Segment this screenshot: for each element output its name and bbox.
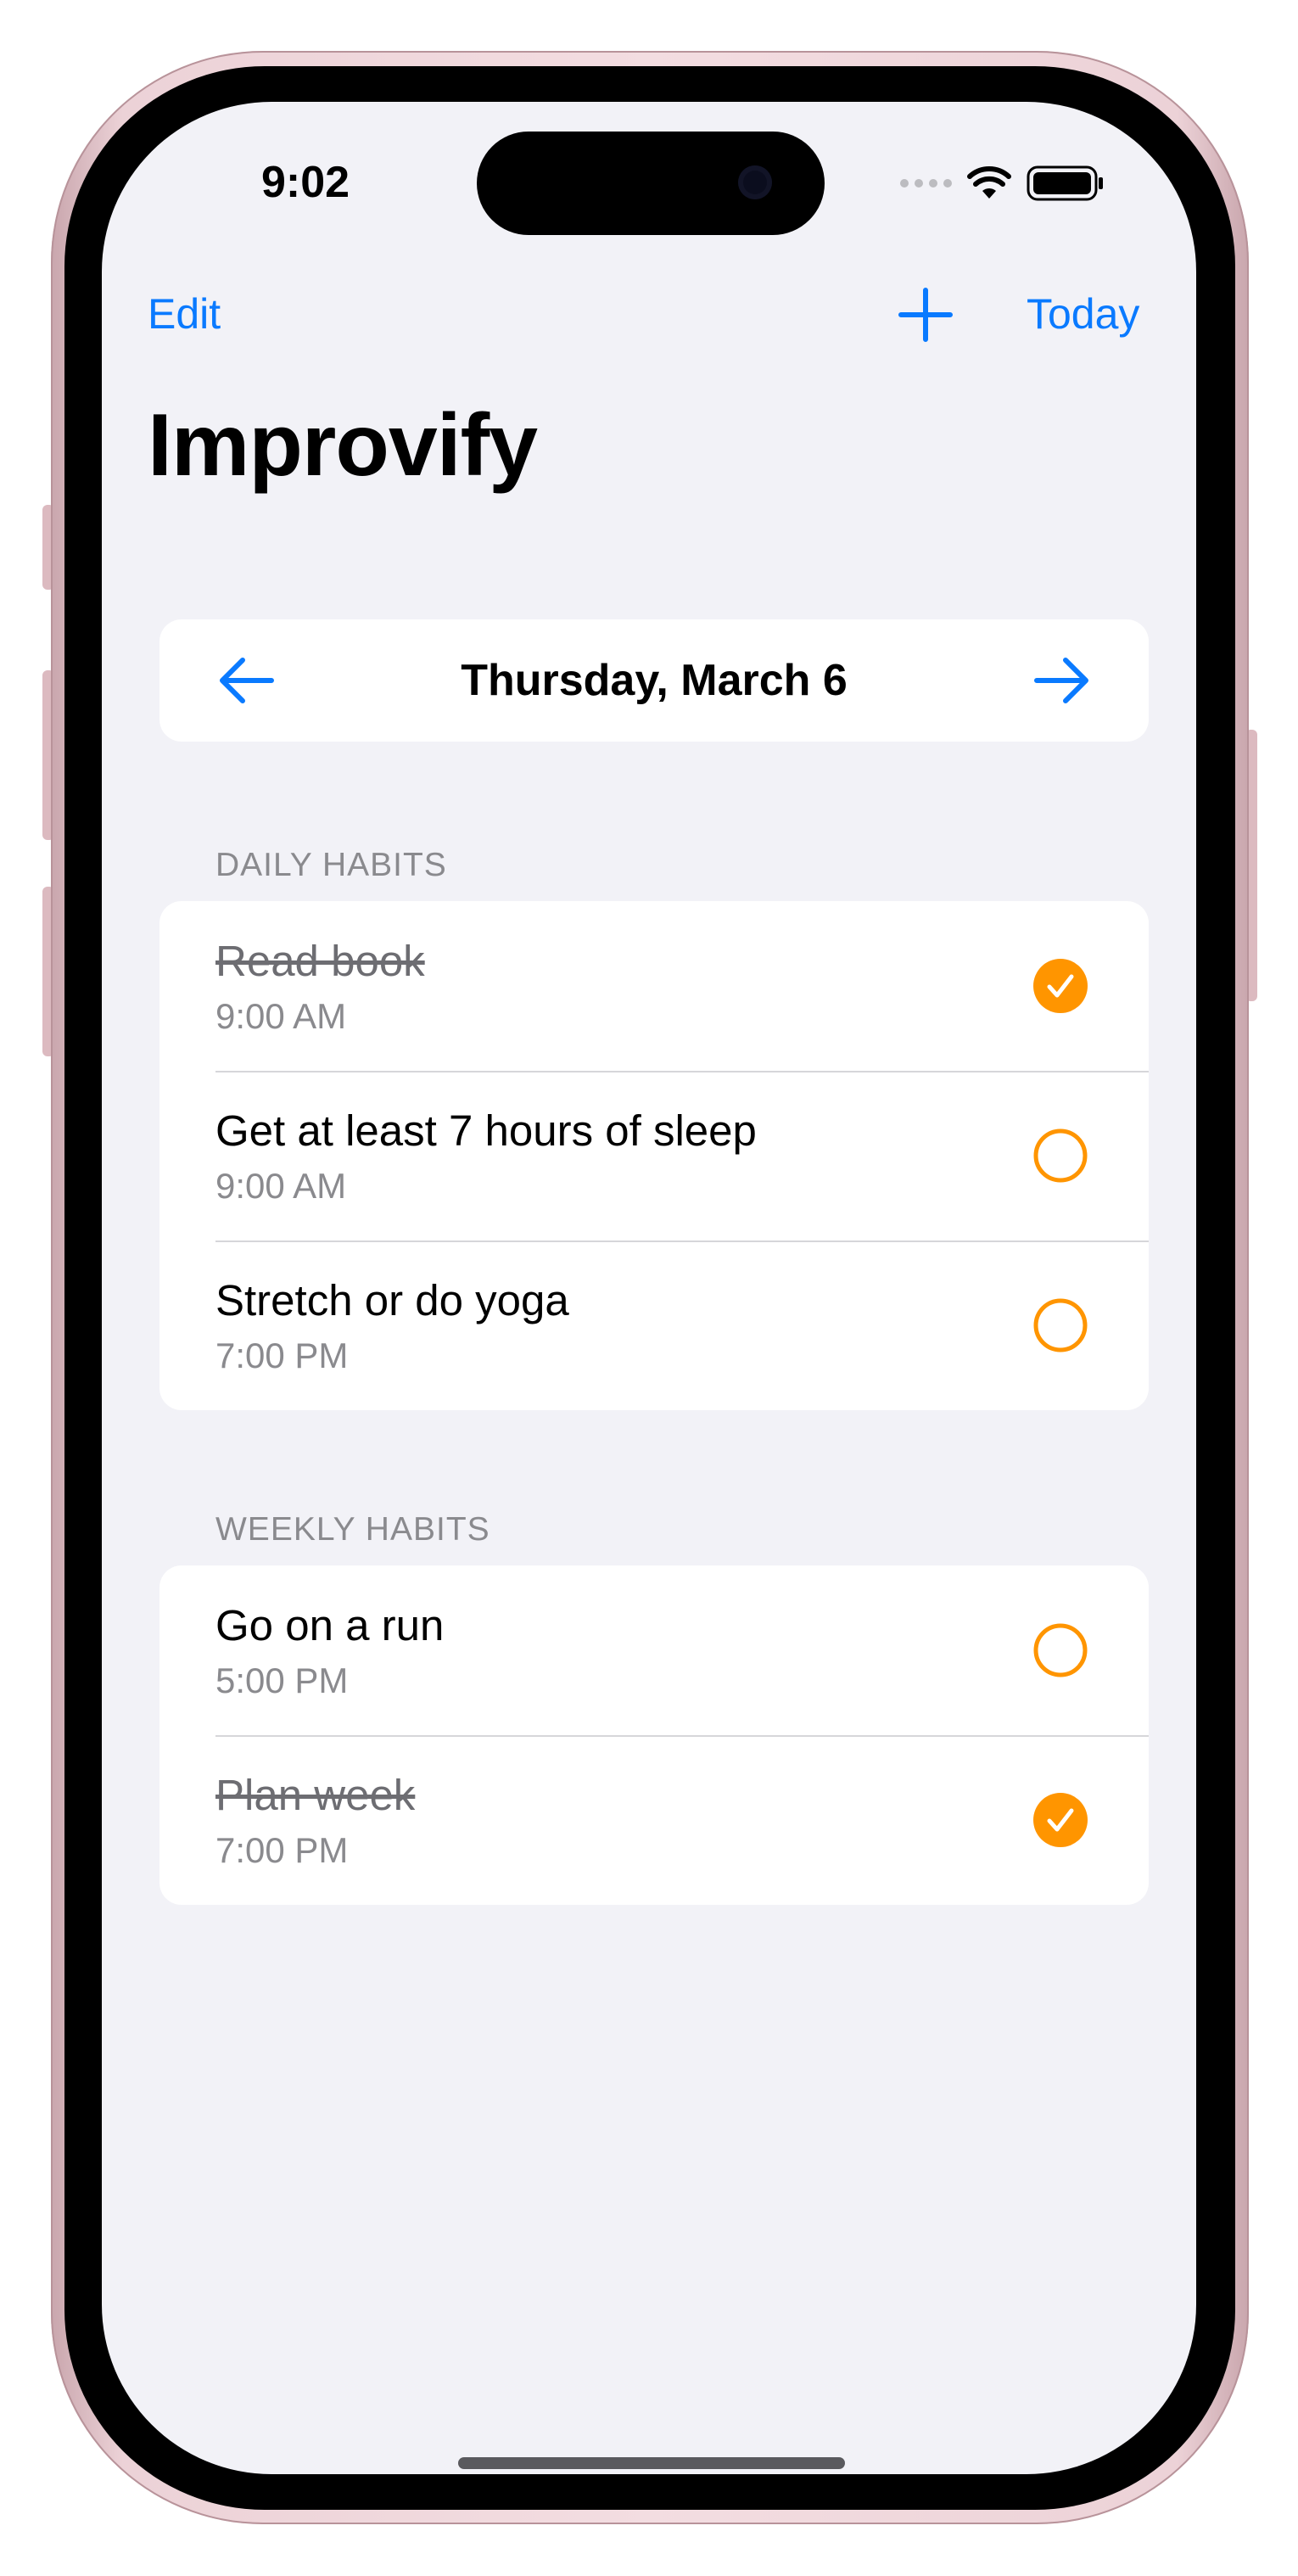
- edit-button[interactable]: Edit: [148, 284, 221, 344]
- battery-icon: [1027, 165, 1103, 201]
- status-icons: [900, 160, 1105, 207]
- habit-row[interactable]: Read book 9:00 AM: [159, 901, 1149, 1071]
- add-habit-button[interactable]: [898, 287, 954, 343]
- habit-title: Stretch or do yoga: [215, 1276, 569, 1324]
- habit-title: Get at least 7 hours of sleep: [215, 1106, 757, 1155]
- habit-row[interactable]: Go on a run 5:00 PM: [159, 1565, 1149, 1735]
- date-picker: Thursday, March 6: [159, 619, 1149, 742]
- daily-habits-list: Read book 9:00 AM Get at least 7 hours o…: [159, 901, 1149, 1410]
- empty-circle-icon[interactable]: [1033, 1298, 1088, 1352]
- habit-time: 7:00 PM: [215, 1336, 349, 1375]
- next-day-arrow-icon[interactable]: [1032, 653, 1091, 708]
- status-time: 9:02: [260, 158, 350, 207]
- checkmark-circle-filled-icon[interactable]: [1033, 959, 1088, 1013]
- habit-time: 7:00 PM: [215, 1830, 349, 1870]
- empty-circle-icon[interactable]: [1033, 1623, 1088, 1677]
- device-canvas: 9:02 Edit Today Improvify Thursday, Marc…: [0, 0, 1298, 2576]
- checkmark-circle-filled-icon[interactable]: [1033, 1793, 1088, 1847]
- habit-time: 9:00 AM: [215, 1166, 347, 1206]
- habit-time: 5:00 PM: [215, 1660, 349, 1700]
- home-indicator[interactable]: [458, 2457, 845, 2469]
- empty-circle-icon[interactable]: [1033, 1128, 1088, 1183]
- page-title: Improvify: [148, 396, 538, 495]
- habit-time: 9:00 AM: [215, 996, 347, 1036]
- app-screen: 9:02 Edit Today Improvify Thursday, Marc…: [102, 102, 1196, 2474]
- current-date-label: Thursday, March 6: [461, 656, 848, 705]
- habit-title: Plan week: [215, 1771, 416, 1819]
- habit-row[interactable]: Plan week 7:00 PM: [159, 1735, 1149, 1905]
- cellular-signal-icon: [900, 179, 952, 188]
- habit-title: Read book: [215, 937, 425, 985]
- dynamic-island: [477, 132, 825, 235]
- habit-row[interactable]: Stretch or do yoga 7:00 PM: [159, 1240, 1149, 1410]
- habit-title: Go on a run: [215, 1601, 445, 1649]
- front-camera-icon: [738, 165, 772, 199]
- wifi-icon: [967, 166, 1011, 199]
- today-button[interactable]: Today: [1027, 284, 1139, 344]
- habit-row[interactable]: Get at least 7 hours of sleep 9:00 AM: [159, 1071, 1149, 1240]
- weekly-habits-header: WEEKLY HABITS: [215, 1511, 490, 1548]
- daily-habits-header: DAILY HABITS: [215, 847, 447, 883]
- weekly-habits-list: Go on a run 5:00 PM Plan week 7:00 PM: [159, 1565, 1149, 1905]
